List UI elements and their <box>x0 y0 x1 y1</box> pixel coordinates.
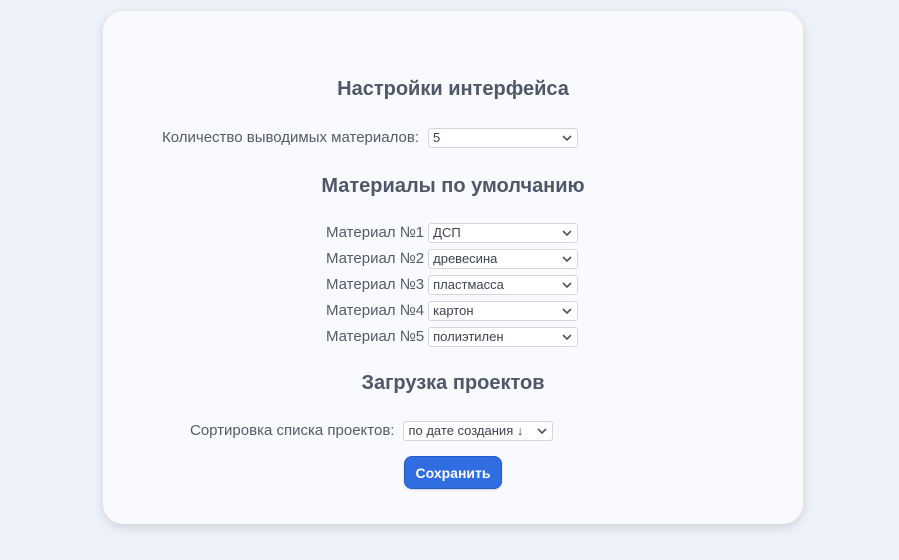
project-sort-label: Сортировка списка проектов: <box>190 422 395 439</box>
material-value-1: ДСП <box>433 225 461 240</box>
material-row-1: Материал №1 ДСП <box>326 223 579 243</box>
material-label-1: Материал №1 <box>326 224 425 241</box>
material-label-2: Материал №2 <box>326 250 425 267</box>
materials-count-select[interactable]: 5 <box>428 128 579 148</box>
material-value-2: древесина <box>433 251 498 266</box>
project-loading-heading: Загрузка проектов <box>361 372 545 394</box>
material-row-5: Материал №5 полиэтилен <box>326 327 579 347</box>
material-value-4: картон <box>433 303 474 318</box>
project-sort-row: Сортировка списка проектов: по дате созд… <box>190 421 554 441</box>
chevron-down-icon <box>562 282 572 289</box>
material-row-4: Материал №4 картон <box>326 301 579 321</box>
chevron-down-icon <box>537 428 548 435</box>
material-select-2[interactable]: древесина <box>428 249 579 269</box>
save-button[interactable]: Сохранить <box>404 456 502 489</box>
chevron-down-icon <box>562 135 572 142</box>
material-row-3: Материал №3 пластмасса <box>326 275 579 295</box>
material-row-2: Материал №2 древесина <box>326 249 579 269</box>
material-value-3: пластмасса <box>433 277 504 292</box>
chevron-down-icon <box>562 334 572 341</box>
material-select-3[interactable]: пластмасса <box>428 275 579 295</box>
material-value-5: полиэтилен <box>433 329 504 344</box>
chevron-down-icon <box>562 308 572 315</box>
material-label-4: Материал №4 <box>326 302 425 319</box>
default-materials-heading: Материалы по умолчанию <box>321 175 585 197</box>
material-select-5[interactable]: полиэтилен <box>428 327 579 347</box>
material-select-4[interactable]: картон <box>428 301 579 321</box>
materials-count-value: 5 <box>433 130 441 145</box>
materials-count-label: Количество выводимых материалов: <box>162 129 420 146</box>
material-select-1[interactable]: ДСП <box>428 223 579 243</box>
settings-card: Настройки интерфейса Количество выводимы… <box>103 11 803 524</box>
chevron-down-icon <box>562 230 572 237</box>
chevron-down-icon <box>562 256 572 263</box>
material-label-3: Материал №3 <box>326 276 425 293</box>
materials-count-row: Количество выводимых материалов: 5 <box>162 128 579 148</box>
project-sort-select[interactable]: по дате создания ↓ <box>403 421 554 441</box>
interface-settings-heading: Настройки интерфейса <box>337 78 569 100</box>
material-label-5: Материал №5 <box>326 328 425 345</box>
project-sort-value: по дате создания ↓ <box>408 423 524 438</box>
